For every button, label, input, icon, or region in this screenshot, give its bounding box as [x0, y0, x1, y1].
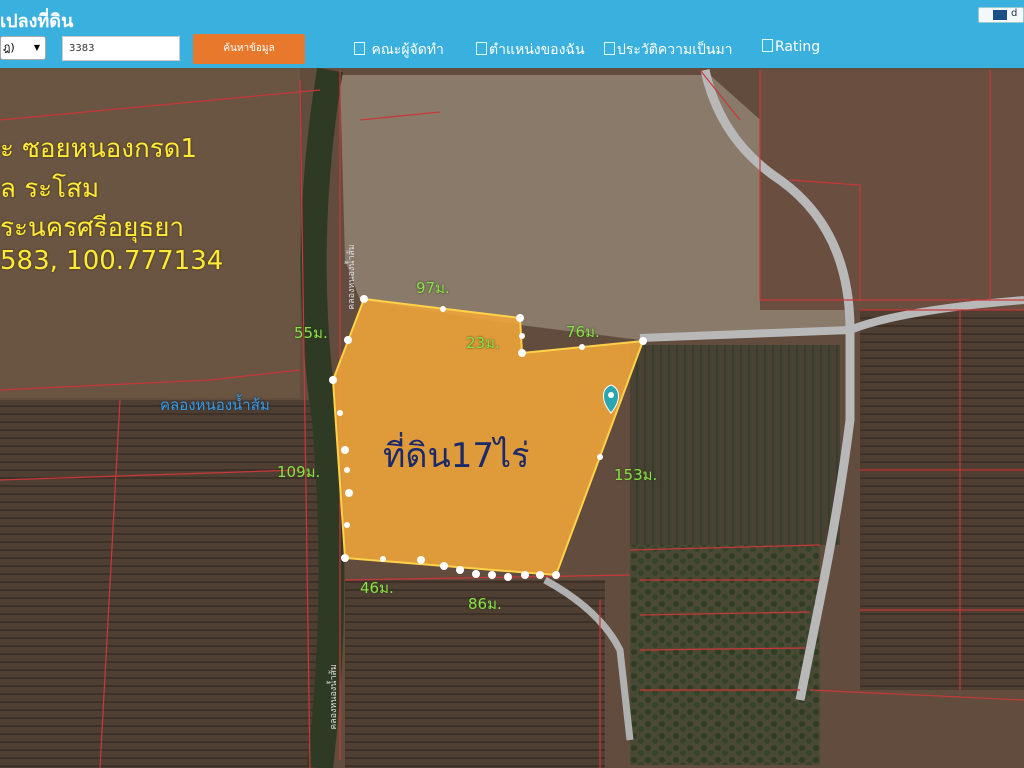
page-title: เปลงที่ดิน — [0, 11, 74, 32]
measure-bottom: 86ม. — [468, 595, 502, 613]
checkbox-icon — [604, 42, 615, 55]
orchard — [630, 345, 840, 545]
canal-label: คลองหนองน้ำส้ม — [160, 396, 270, 414]
dropdown-arrow-icon: ▼ — [33, 43, 40, 52]
measure-top: 97ม. — [416, 279, 450, 297]
measure-right-top: 76ม. — [566, 323, 600, 341]
field-lower-left — [0, 400, 320, 768]
info-coordinates: 583, 100.777134 — [0, 246, 224, 276]
checkbox-team[interactable]: คณะผู้จัดทำ — [354, 39, 444, 61]
canal-label-bottom: คลองหนองน้ำส้ม — [328, 664, 339, 730]
top-toolbar: เปลงที่ดิน d ฎ) ▼ 3383 ค้นหาข้อมูล คณะผู… — [0, 0, 1024, 68]
info-address-line3: ระนครศรีอยุธยา — [0, 213, 185, 243]
canal-label-top: คลองหนองน้ำส้ม — [346, 244, 357, 310]
measure-bottom-left: 46ม. — [360, 579, 394, 597]
info-address-line2: ล ระโสม — [0, 174, 100, 204]
measure-left-top: 55ม. — [294, 324, 328, 342]
select-value: ฎ) — [3, 41, 15, 54]
measure-left: 109ม. — [277, 463, 321, 481]
checkbox-rating[interactable]: Rating — [762, 39, 820, 55]
measure-right: 153ม. — [614, 466, 658, 484]
corner-toggle-button[interactable]: d — [978, 7, 1024, 23]
search-button[interactable]: ค้นหาข้อมูล — [193, 34, 305, 64]
field-right — [860, 310, 1024, 690]
province-select[interactable]: ฎ) ▼ — [0, 36, 46, 60]
satellite-map[interactable] — [0, 68, 1024, 768]
checkbox-label: ประวัติความเป็นมา — [617, 42, 733, 58]
checkbox-icon — [354, 42, 365, 55]
measure-notch: 23ม. — [466, 334, 500, 352]
field-upper-right — [760, 70, 1024, 310]
checkbox-label: คณะผู้จัดทำ — [371, 42, 444, 58]
checkbox-label: ตำแหน่งของฉัน — [489, 42, 585, 58]
plot-label: ที่ดิน17ไร่ — [383, 436, 530, 476]
parcel-number-input[interactable]: 3383 — [62, 36, 180, 61]
checkbox-my-location[interactable]: ตำแหน่งของฉัน — [476, 39, 585, 61]
info-address-line1: ะ ซอยหนองกรด1 — [0, 134, 198, 164]
checkbox-icon — [476, 42, 487, 55]
corner-toggle-label: d — [1011, 8, 1018, 19]
checkbox-label: Rating — [775, 39, 821, 55]
square-icon — [993, 10, 1007, 20]
checkbox-history[interactable]: ประวัติความเป็นมา — [604, 39, 733, 61]
checkbox-icon — [762, 39, 773, 52]
tree-plantation — [630, 545, 820, 765]
